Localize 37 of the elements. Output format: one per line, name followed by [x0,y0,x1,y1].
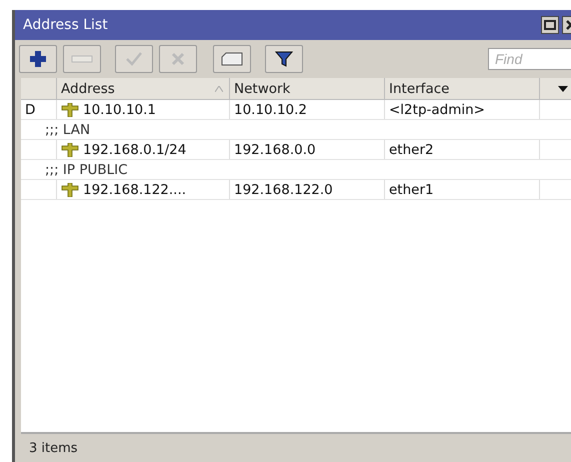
note-icon [221,52,243,66]
window-title: Address List [23,17,108,33]
table-row[interactable]: D 10.10.10.1 10.10.10.2 <l2tp-admin> [21,100,571,120]
check-icon [125,51,143,67]
interface-cell: ether2 [385,140,540,159]
network-cell: 192.168.122.0 [230,180,385,199]
address-cell: 10.10.10.1 [57,100,230,119]
flag-cell: D [21,100,57,119]
item-count: 3 items [29,440,78,456]
address-cell: 192.168.0.1/24 [57,140,230,159]
toolbar-button[interactable] [213,45,251,73]
network-cell: 192.168.0.0 [230,140,385,159]
maximize-icon [544,20,556,30]
network-cell: 10.10.10.2 [230,100,385,119]
address-icon [61,102,79,116]
column-header[interactable]: Interface [385,78,540,99]
address-cell: 192.168.122.... [57,180,230,199]
interface-cell: <l2tp-admin> [385,100,540,119]
column-header[interactable]: Network [230,78,385,99]
column-header[interactable]: Address [57,78,230,99]
comment-text: ;;; LAN [45,122,90,138]
minus-icon [71,55,93,63]
address-icon [61,142,79,156]
table-row[interactable]: 192.168.122.... 192.168.122.0 ether1 [21,180,571,200]
dropdown-icon [558,86,568,92]
address-icon [61,182,79,196]
table-row[interactable]: 192.168.0.1/24 192.168.0.0 ether2 [21,140,571,160]
sort-icon [215,86,223,92]
comment-text: ;;; IP PUBLIC [45,162,128,178]
search-field[interactable]: Find [488,48,571,70]
plus-icon [29,50,47,68]
toolbar-button[interactable] [19,45,57,73]
cross-icon [170,51,186,67]
maximize-button[interactable] [541,16,559,34]
filter-icon [275,50,293,68]
interface-cell: ether1 [385,180,540,199]
toolbar-button[interactable] [265,45,303,73]
